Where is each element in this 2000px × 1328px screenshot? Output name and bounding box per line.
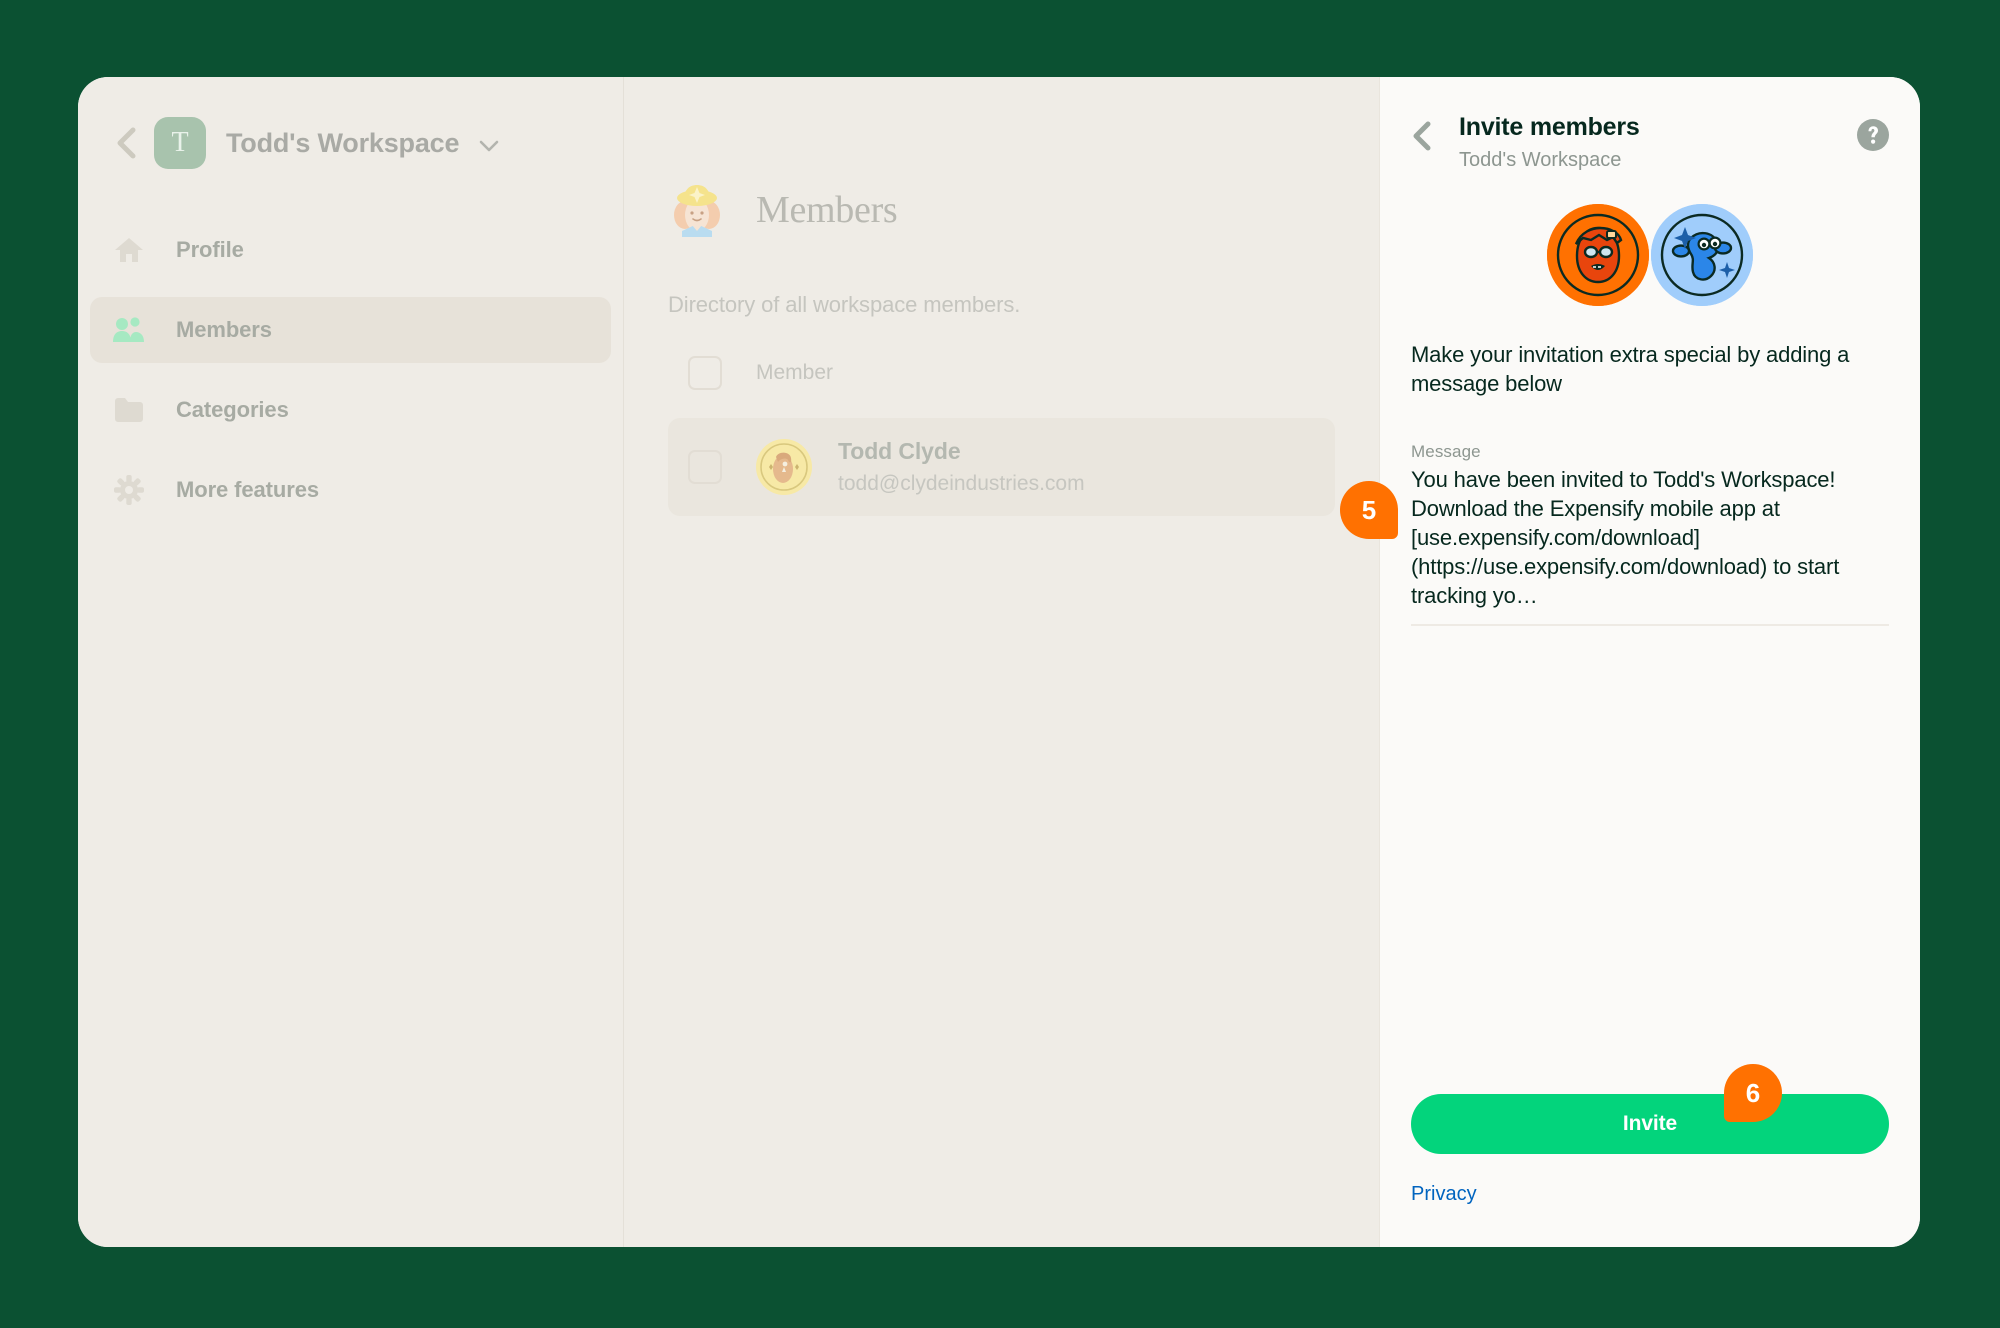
- panel-title: Invite members: [1459, 113, 1640, 141]
- members-page: Members Directory of all workspace membe…: [624, 77, 1380, 1247]
- sidebar-nav: Profile Members Categories More features: [78, 217, 623, 523]
- sidebar-item-profile[interactable]: Profile: [90, 217, 611, 283]
- select-all-checkbox[interactable]: [688, 356, 722, 390]
- member-row-checkbox[interactable]: [688, 450, 722, 484]
- member-texts: Todd Clyde todd@clydeindustries.com: [838, 438, 1085, 496]
- workspace-app-card: T Todd's Workspace Profile Members Categ…: [78, 77, 1920, 1247]
- sidebar-item-categories[interactable]: Categories: [90, 377, 611, 443]
- member-name: Todd Clyde: [838, 438, 961, 464]
- cowboy-member-illustration-icon: [668, 181, 726, 239]
- home-icon: [112, 233, 146, 267]
- member-column-header: Member: [756, 361, 834, 384]
- sidebar-back-icon[interactable]: [108, 125, 144, 161]
- panel-subtitle: Todd's Workspace: [1459, 149, 1622, 171]
- chevron-down-icon[interactable]: [479, 128, 499, 159]
- page-subtitle: Directory of all workspace members.: [668, 292, 1021, 317]
- workspace-header: T Todd's Workspace: [78, 77, 623, 173]
- page-title: Members: [756, 189, 898, 231]
- question-mark-circle-icon[interactable]: [1857, 119, 1889, 151]
- sidebar-item-label: More features: [176, 477, 319, 502]
- sidebar-item-label: Profile: [176, 237, 244, 262]
- members-page-header: Members: [668, 77, 1335, 239]
- panel-titles: Invite members Todd's Workspace: [1459, 113, 1857, 172]
- panel-back-icon[interactable]: [1411, 113, 1447, 159]
- folder-icon: [112, 393, 146, 427]
- member-email: todd@clydeindustries.com: [838, 472, 1085, 495]
- members-list-header: Member: [668, 350, 1335, 396]
- invite-illustration: [1547, 204, 1753, 306]
- workspace-avatar[interactable]: T: [154, 117, 206, 169]
- invite-members-panel: Invite members Todd's Workspace Make you…: [1380, 77, 1920, 1247]
- sidebar-item-label: Categories: [176, 397, 289, 422]
- table-row[interactable]: Todd Clyde todd@clydeindustries.com: [668, 418, 1335, 516]
- sidebar-item-label: Members: [176, 317, 272, 342]
- step-badge-5: 5: [1340, 481, 1398, 539]
- orange-person-coin-icon: [1547, 204, 1649, 306]
- invite-button[interactable]: Invite: [1411, 1094, 1889, 1154]
- avatar: [756, 439, 812, 495]
- privacy-link[interactable]: Privacy: [1411, 1183, 1477, 1206]
- step-badge-6: 6: [1724, 1064, 1782, 1122]
- sidebar-item-members[interactable]: Members: [90, 297, 611, 363]
- message-field-label: Message: [1411, 442, 1481, 461]
- sidebar-item-more-features[interactable]: More features: [90, 457, 611, 523]
- people-icon: [112, 313, 146, 347]
- workspace-sidebar: T Todd's Workspace Profile Members Categ…: [78, 77, 624, 1247]
- invite-panel-header: Invite members Todd's Workspace: [1411, 77, 1889, 172]
- workspace-name[interactable]: Todd's Workspace: [226, 128, 499, 159]
- message-field[interactable]: Message You have been invited to Todd's …: [1411, 442, 1889, 626]
- workspace-avatar-letter: T: [171, 127, 189, 158]
- invite-blurb: Make your invitation extra special by ad…: [1411, 342, 1850, 396]
- blue-creature-coin-icon: [1651, 204, 1753, 306]
- message-input[interactable]: You have been invited to Todd's Workspac…: [1411, 465, 1889, 626]
- gear-icon: [112, 473, 146, 507]
